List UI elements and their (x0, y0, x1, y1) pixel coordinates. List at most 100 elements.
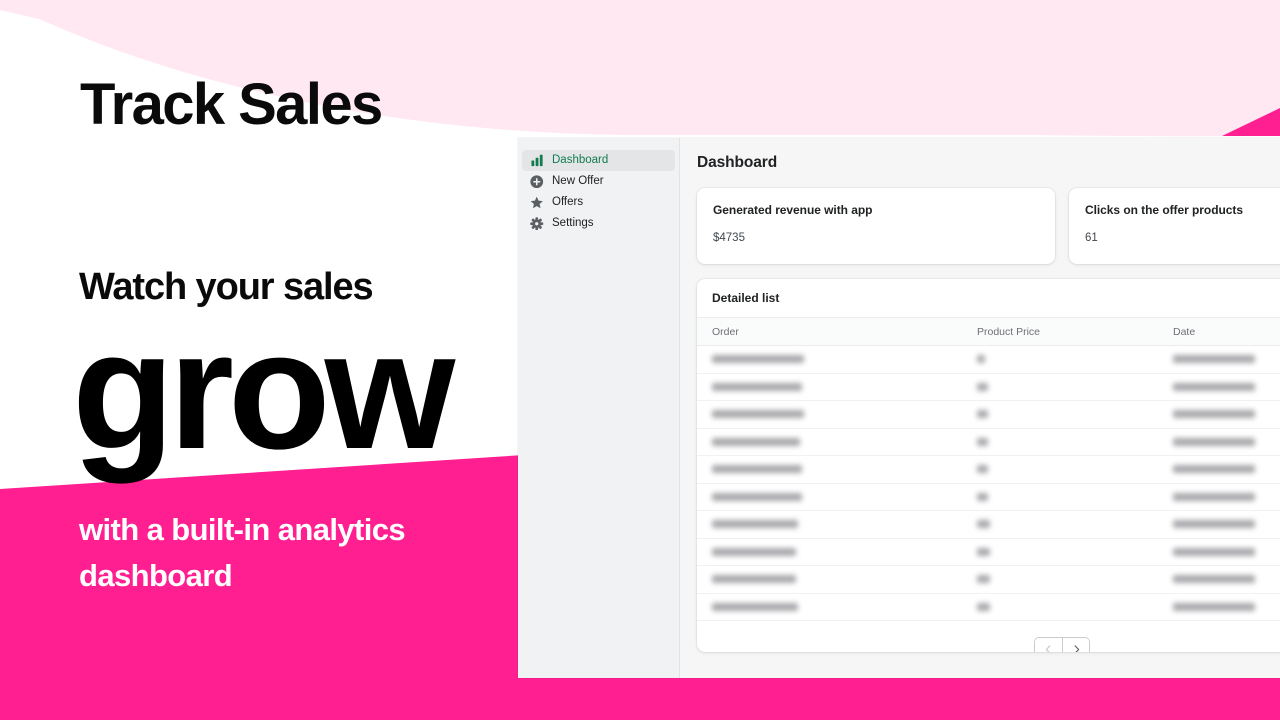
cell-date (1173, 538, 1280, 566)
sidebar-item-dashboard[interactable]: Dashboard (522, 150, 675, 171)
table-header-row: Order Product Price Date (697, 317, 1280, 346)
cell-order (697, 593, 977, 621)
column-header-date: Date (1173, 317, 1280, 346)
pagination-bar (697, 638, 1280, 652)
bar-chart-icon (530, 154, 544, 168)
detailed-list-title: Detailed list (712, 291, 780, 305)
promo-headline-grow: grow (72, 296, 455, 484)
chevron-left-icon (1044, 644, 1053, 652)
redacted-value (977, 520, 990, 529)
cell-product-price (977, 593, 1173, 621)
redacted-value (977, 547, 990, 556)
cell-order (697, 510, 977, 539)
redacted-value (1173, 355, 1255, 364)
table-row[interactable] (697, 345, 1280, 374)
metric-card-generated-revenue: Generated revenue with app $4735 (697, 188, 1055, 264)
metric-card-value: 61 (1085, 232, 1098, 244)
page-title: Dashboard (697, 154, 778, 171)
cell-order (697, 373, 977, 401)
redacted-value (977, 355, 985, 364)
redacted-value (712, 602, 798, 611)
cell-date (1173, 345, 1280, 374)
chevron-right-icon (1072, 644, 1081, 652)
cell-date (1173, 593, 1280, 621)
metric-card-title: Generated revenue with app (713, 203, 873, 217)
promo-subline: with a built-in analytics dashboard (79, 507, 509, 598)
table-row[interactable] (697, 565, 1280, 594)
sidebar-item-new-offer[interactable]: New Offer (522, 171, 675, 192)
sidebar-navigation: Dashboard New Offer Offers Settings (518, 138, 680, 678)
orders-table: Order Product Price Date (697, 317, 1280, 621)
metric-cards-row: Generated revenue with app $4735 Clicks … (697, 188, 1280, 264)
metric-card-value: $4735 (713, 232, 745, 244)
cell-order (697, 538, 977, 566)
table-row[interactable] (697, 428, 1280, 456)
cell-product-price (977, 400, 1173, 429)
promo-subline-line-1: with a built-in analytics (79, 512, 406, 547)
promo-headline-track-sales: Track Sales (80, 72, 383, 137)
redacted-value (1173, 437, 1255, 446)
cell-product-price (977, 428, 1173, 456)
cell-order (697, 428, 977, 456)
redacted-value (712, 355, 804, 364)
pager-group (1035, 638, 1089, 652)
cell-product-price (977, 538, 1173, 566)
redacted-value (1173, 410, 1255, 419)
cell-date (1173, 428, 1280, 456)
cell-product-price (977, 510, 1173, 539)
redacted-value (712, 465, 802, 474)
redacted-value (712, 575, 796, 584)
cell-order (697, 483, 977, 511)
table-row[interactable] (697, 400, 1280, 429)
cell-product-price (977, 483, 1173, 511)
metric-card-title: Clicks on the offer products (1085, 203, 1243, 217)
cell-order (697, 400, 977, 429)
redacted-value (977, 437, 988, 446)
pagination-next-button[interactable] (1062, 638, 1089, 652)
pagination-previous-button[interactable] (1035, 638, 1062, 652)
redacted-value (977, 410, 988, 419)
cell-product-price (977, 345, 1173, 374)
redacted-value (977, 492, 988, 501)
promo-subline-line-2: dashboard (79, 557, 233, 593)
redacted-value (977, 382, 988, 391)
redacted-value (977, 575, 990, 584)
cell-product-price (977, 455, 1173, 484)
star-icon (530, 196, 544, 210)
sidebar-item-offers[interactable]: Offers (522, 192, 675, 213)
redacted-value (712, 547, 796, 556)
redacted-value (712, 410, 804, 419)
sidebar-item-label: Offers (552, 195, 584, 208)
table-row[interactable] (697, 483, 1280, 511)
cell-product-price (977, 373, 1173, 401)
column-header-product-price: Product Price (977, 317, 1173, 346)
column-header-order: Order (697, 317, 977, 346)
redacted-value (712, 520, 798, 529)
detailed-list-card: Detailed list Order Product Price Date (697, 279, 1280, 652)
sidebar-item-label: Settings (552, 216, 594, 229)
sidebar-item-label: New Offer (552, 174, 604, 187)
table-row[interactable] (697, 510, 1280, 539)
redacted-value (977, 465, 988, 474)
cell-date (1173, 483, 1280, 511)
table-row[interactable] (697, 373, 1280, 401)
table-row[interactable] (697, 538, 1280, 566)
table-row[interactable] (697, 455, 1280, 484)
main-content: Dashboard Generated revenue with app $47… (680, 138, 1280, 678)
sidebar-item-label: Dashboard (552, 153, 609, 166)
cell-date (1173, 455, 1280, 484)
redacted-value (1173, 575, 1255, 584)
redacted-value (1173, 492, 1255, 501)
redacted-value (1173, 382, 1255, 391)
table-body (697, 345, 1280, 621)
gear-icon (530, 216, 544, 231)
cell-order (697, 455, 977, 484)
cell-date (1173, 400, 1280, 429)
sidebar-item-settings[interactable]: Settings (522, 213, 675, 234)
redacted-value (1173, 547, 1255, 556)
table-row[interactable] (697, 593, 1280, 621)
table-header: Order Product Price Date (697, 317, 1280, 346)
cell-date (1173, 510, 1280, 539)
cell-date (1173, 373, 1280, 401)
redacted-value (1173, 520, 1255, 529)
